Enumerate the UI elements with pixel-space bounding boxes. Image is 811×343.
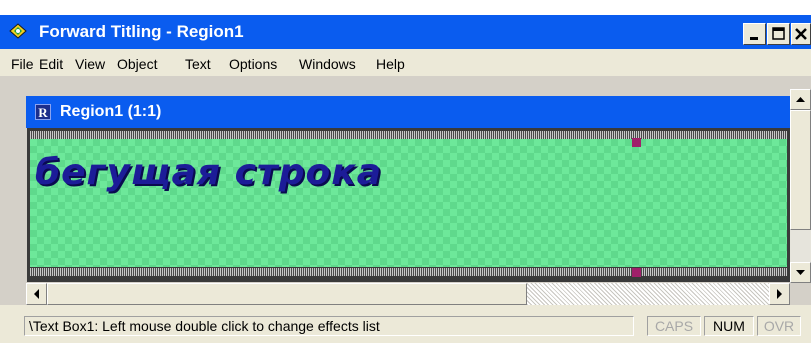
menu-text[interactable]: Text [185,56,211,72]
child-title-bar[interactable]: R Region1 (1:1) [26,96,790,128]
maximize-icon [772,27,785,40]
arrow-right-icon [777,289,782,299]
crawl-text[interactable]: бегущая строка [35,153,382,193]
maximize-button[interactable] [767,23,790,45]
region-bottom-border [30,268,787,276]
menu-bar: File Edit View Object Text Options Windo… [0,49,811,76]
region-top-border [30,131,787,139]
top-strip [0,0,811,15]
status-message: \Text Box1: Left mouse double click to c… [24,316,634,336]
resize-handle-bottom[interactable] [632,268,641,277]
scrollbar-corner [790,283,811,305]
horizontal-scrollbar[interactable] [26,283,790,305]
scroll-right-button[interactable] [769,283,790,305]
arrow-left-icon [34,289,39,299]
child-window-title: Region1 (1:1) [60,103,162,120]
horizontal-scroll-thumb[interactable] [47,283,527,305]
menu-object[interactable]: Object [117,56,157,72]
num-indicator: NUM [704,316,754,336]
scroll-left-button[interactable] [26,283,47,305]
status-bar: \Text Box1: Left mouse double click to c… [0,305,811,343]
canvas-background[interactable]: бегущая строка [30,139,787,267]
menu-edit[interactable]: Edit [39,56,63,72]
title-canvas[interactable]: бегущая строка [27,128,790,282]
child-window-frame [0,76,811,96]
scroll-up-button[interactable] [790,89,811,110]
menu-windows[interactable]: Windows [299,56,356,72]
window-title: Forward Titling - Region1 [39,22,244,41]
caps-indicator: CAPS [647,316,701,336]
close-icon [795,28,807,40]
app-icon [9,23,27,39]
vertical-scrollbar[interactable] [790,89,811,283]
ovr-indicator: OVR [757,316,801,336]
scroll-down-button[interactable] [790,262,811,283]
menu-file[interactable]: File [11,56,34,72]
close-button[interactable] [791,23,811,45]
menu-help[interactable]: Help [376,56,405,72]
vertical-scroll-thumb[interactable] [790,110,811,230]
mdi-left-border [0,96,26,305]
menu-view[interactable]: View [75,56,105,72]
minimize-icon [750,37,758,40]
app-title-bar[interactable]: Forward Titling - Region1 [0,15,811,49]
arrow-down-icon [796,270,805,275]
minimize-button[interactable] [743,23,766,45]
resize-handle-top[interactable] [632,138,641,147]
region-icon: R [35,104,51,120]
arrow-up-icon [796,97,805,102]
menu-options[interactable]: Options [229,56,277,72]
